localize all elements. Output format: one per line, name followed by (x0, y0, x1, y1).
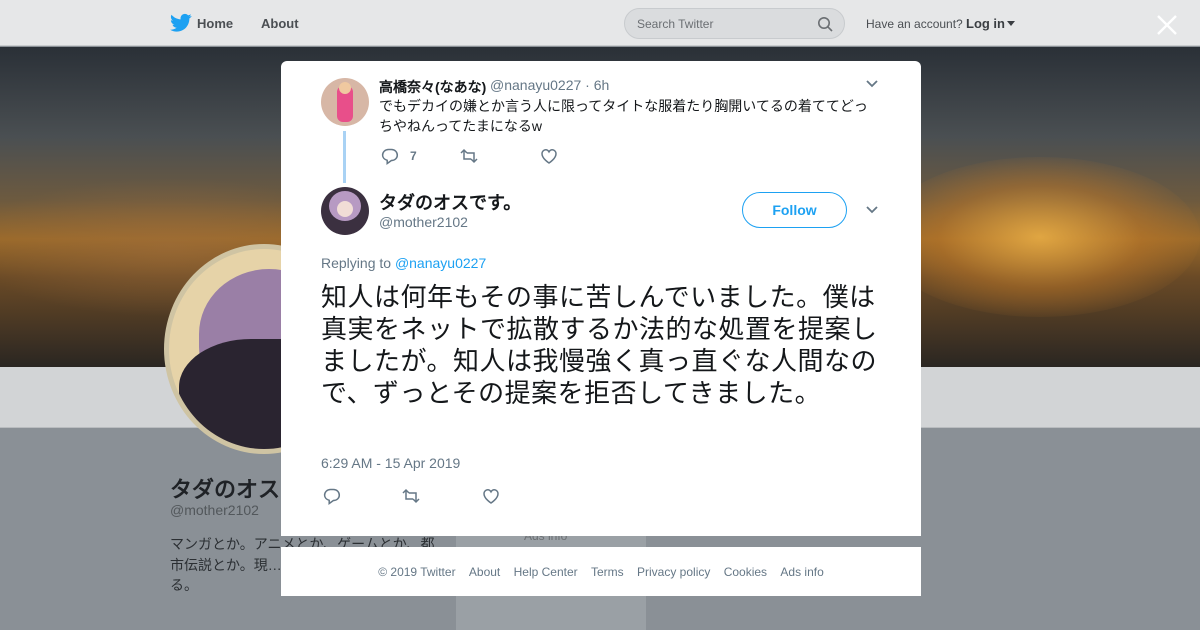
background-profile-handle: @mother2102 (170, 502, 259, 518)
replying-to-line: Replying to @nanayu0227 (321, 255, 486, 271)
parent-tweet-text: でもデカイの嫌とか言う人に限ってタイトな服着たり胸開いてるの着ててどっちやねんっ… (379, 98, 868, 134)
chevron-down-icon[interactable] (865, 79, 879, 89)
banner-sunset-glow (880, 157, 1200, 317)
search-icon[interactable] (817, 16, 833, 32)
parent-tweet-avatar[interactable] (321, 78, 369, 126)
reply-count: 7 (410, 149, 417, 163)
main-tweet-author-handle[interactable]: @mother2102 (379, 214, 468, 230)
thread-connector-line (343, 131, 346, 183)
twitter-bird-icon[interactable] (170, 13, 192, 33)
search-input[interactable]: Search Twitter (624, 8, 845, 39)
footer-about-link[interactable]: About (469, 565, 500, 579)
tweet-timestamp[interactable]: 6:29 AM - 15 Apr 2019 (321, 455, 460, 471)
login-link[interactable]: Log in (966, 16, 1005, 31)
footer-terms-link[interactable]: Terms (591, 565, 624, 579)
caret-down-icon[interactable] (1007, 21, 1015, 26)
parent-tweet-author-name[interactable]: 高橋奈々(なあな) (379, 77, 486, 97)
background-profile-name: タダのオス (170, 477, 281, 502)
chevron-down-icon[interactable] (865, 205, 879, 215)
avatar-head (339, 82, 351, 94)
parent-tweet-meta[interactable]: @nanayu0227 · 6h (490, 77, 609, 93)
replying-to-mention-link[interactable]: @nanayu0227 (395, 255, 486, 271)
reply-icon[interactable] (323, 487, 341, 505)
footer-ads-info-link[interactable]: Ads info (780, 565, 823, 579)
have-account-text: Have an account? (866, 17, 963, 31)
nav-home-link[interactable]: Home (197, 16, 233, 31)
top-navigation-bar: Home About Search Twitter Have an accoun… (0, 0, 1200, 46)
close-icon[interactable] (1155, 13, 1179, 37)
tweet-modal: 高橋奈々(なあな) @nanayu0227 · 6h でもデカイの嫌とか言う人に… (281, 61, 921, 536)
like-icon[interactable] (540, 147, 558, 165)
modal-footer: © 2019 Twitter About Help Center Terms P… (281, 547, 921, 596)
footer-copyright: © 2019 Twitter (378, 565, 456, 579)
reply-icon[interactable] (381, 147, 399, 165)
footer-privacy-link[interactable]: Privacy policy (637, 565, 710, 579)
main-tweet-avatar[interactable] (321, 187, 369, 235)
nav-about-link[interactable]: About (261, 16, 299, 31)
main-tweet-text: 知人は何年もその事に苦しんでいました。僕は真実をネットで拡散するか法的な処置を提… (321, 282, 878, 408)
avatar-face (337, 201, 353, 217)
retweet-icon[interactable] (402, 487, 420, 505)
search-placeholder: Search Twitter (637, 17, 714, 31)
footer-cookies-link[interactable]: Cookies (724, 565, 767, 579)
retweet-icon[interactable] (460, 147, 478, 165)
main-tweet-author-name[interactable]: タダのオスです。 (379, 189, 521, 215)
footer-help-center-link[interactable]: Help Center (514, 565, 578, 579)
follow-button[interactable]: Follow (742, 192, 847, 228)
like-icon[interactable] (482, 487, 500, 505)
replying-to-label: Replying to (321, 255, 392, 271)
footer-links: © 2019 Twitter About Help Center Terms P… (281, 565, 921, 579)
